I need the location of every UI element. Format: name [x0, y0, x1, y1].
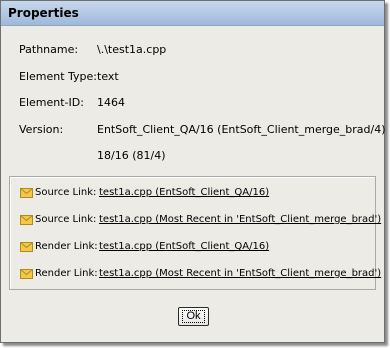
ok-button[interactable]: Ok — [178, 307, 209, 326]
property-row-version: Version: EntSoft_Client_QA/16 (EntSoft_C… — [19, 123, 386, 137]
version-value: EntSoft_Client_QA/16 (EntSoft_Client_mer… — [97, 123, 386, 136]
property-row-pathname: Pathname: \.\test1a.cpp — [19, 43, 379, 57]
title-bar[interactable]: Properties — [1, 1, 384, 26]
envelope-icon — [20, 242, 33, 252]
properties-dialog: Properties Pathname: \.\test1a.cpp Eleme… — [0, 0, 386, 343]
links-group: Source Link: test1a.cpp (EntSoft_Client_… — [9, 176, 381, 290]
element-type-value: text — [97, 70, 119, 83]
link-label: Render Link: — [35, 268, 98, 279]
envelope-icon — [20, 188, 33, 198]
link-label: Source Link: — [35, 187, 97, 198]
render-link-qa[interactable]: test1a.cpp (EntSoft_Client_QA/16) — [99, 241, 269, 252]
element-type-label: Element Type: — [19, 70, 98, 83]
envelope-icon — [20, 269, 33, 279]
envelope-icon — [20, 215, 33, 225]
version-secondary-value: 18/16 (81/4) — [97, 149, 166, 162]
property-row-element-type: Element Type: text — [19, 70, 379, 84]
focus-ring — [182, 310, 205, 323]
render-link-most-recent[interactable]: test1a.cpp (Most Recent in 'EntSoft_Clie… — [99, 268, 381, 279]
link-label: Render Link: — [35, 241, 98, 252]
link-label: Source Link: — [35, 214, 97, 225]
pathname-label: Pathname: — [19, 43, 79, 56]
element-id-label: Element-ID: — [19, 96, 84, 109]
version-label: Version: — [19, 123, 64, 136]
dialog-title: Properties — [8, 6, 79, 20]
property-row-element-id: Element-ID: 1464 — [19, 96, 379, 110]
source-link-most-recent[interactable]: test1a.cpp (Most Recent in 'EntSoft_Clie… — [99, 214, 381, 225]
source-link-qa[interactable]: test1a.cpp (EntSoft_Client_QA/16) — [99, 187, 269, 198]
property-row-version-secondary: 18/16 (81/4) — [19, 149, 379, 163]
element-id-value: 1464 — [97, 96, 125, 109]
pathname-value: \.\test1a.cpp — [97, 43, 167, 56]
